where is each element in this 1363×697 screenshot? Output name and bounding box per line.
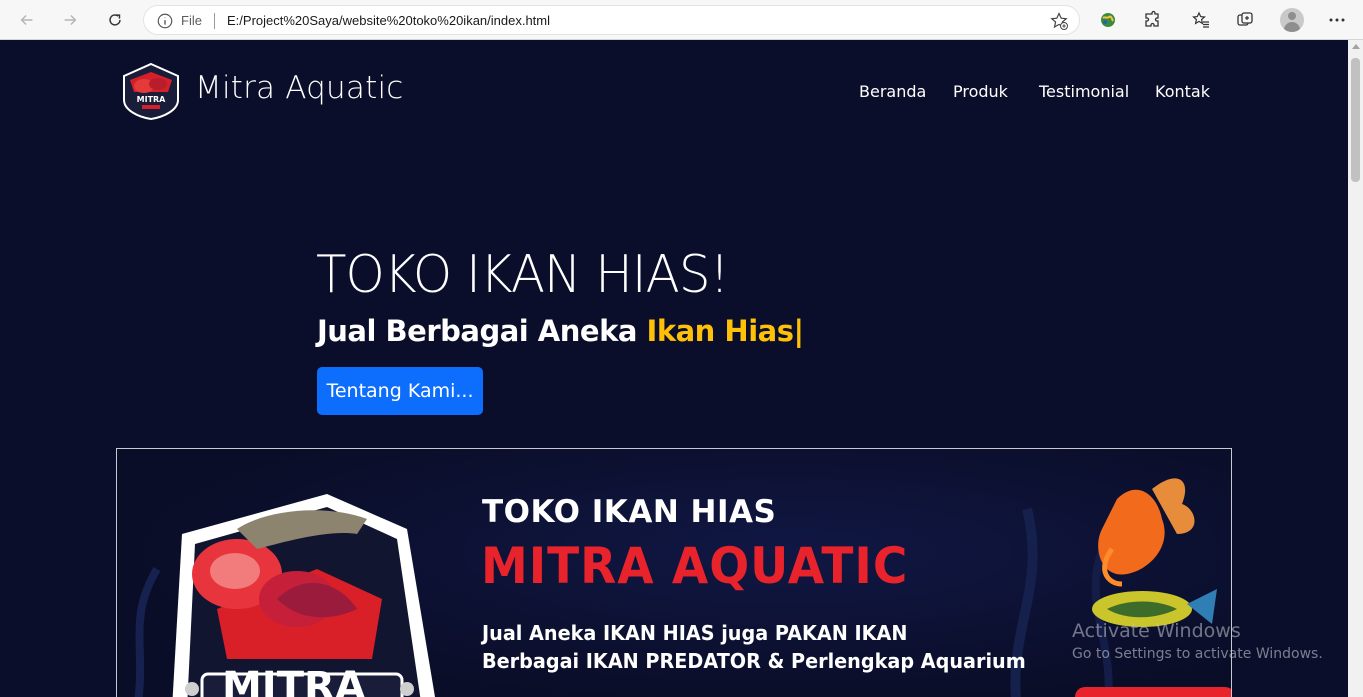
banner-line-2: Berbagai IKAN PREDATOR & Perlengkap Aqua… — [482, 649, 1026, 673]
webpage: MITRA Mitra Aquatic Beranda Produk Testi… — [0, 40, 1348, 697]
vertical-scrollbar[interactable] — [1348, 40, 1363, 697]
favorites-icon — [1192, 11, 1209, 28]
profile-avatar[interactable] — [1280, 8, 1304, 32]
hero-banner-image: TOKO IKAN HIAS MITRA AQUATIC Jual Aneka … — [116, 448, 1232, 697]
nav-link-produk[interactable]: Produk — [953, 82, 1008, 101]
nav-link-testimonial[interactable]: Testimonial — [1039, 82, 1129, 101]
info-icon[interactable] — [156, 12, 174, 30]
extensions-button[interactable] — [1141, 9, 1163, 31]
browser-toolbar: File E:/Project%20Saya/website%20toko%20… — [0, 0, 1363, 40]
banner-title-small: TOKO IKAN HIAS — [482, 494, 777, 530]
hero-subtitle-text: Jual Berbagai Aneka — [317, 314, 647, 348]
scroll-up-arrow-icon[interactable] — [1352, 44, 1360, 49]
arrow-left-icon — [20, 14, 33, 26]
activate-windows-subtitle: Go to Settings to activate Windows. — [1072, 646, 1323, 662]
hero-subtitle-highlight: Ikan Hias| — [646, 314, 805, 348]
collections-icon — [1237, 12, 1253, 26]
nav-link-kontak[interactable]: Kontak — [1155, 82, 1210, 101]
forward-button[interactable] — [58, 8, 82, 32]
activate-windows-title: Activate Windows — [1072, 620, 1241, 642]
globe-extension-icon — [1101, 13, 1115, 27]
extension-button[interactable] — [1097, 9, 1119, 31]
puzzle-icon — [1145, 10, 1159, 27]
hero-subtitle: Jual Berbagai Aneka Ikan Hias| — [317, 314, 804, 348]
more-button[interactable] — [1326, 9, 1348, 31]
nav-link-beranda[interactable]: Beranda — [859, 82, 926, 101]
banner-logo-text: MITRA — [222, 664, 366, 697]
scrollbar-thumb[interactable] — [1351, 58, 1360, 182]
banner-line-1: Jual Aneka IKAN HIAS juga PAKAN IKAN — [482, 621, 908, 645]
divider — [214, 13, 215, 29]
back-button[interactable] — [15, 8, 39, 32]
favorites-button[interactable] — [1190, 9, 1212, 31]
scheme-label: File — [181, 13, 202, 28]
brand-name[interactable]: Mitra Aquatic — [195, 70, 404, 106]
add-favorite-icon[interactable] — [1049, 11, 1069, 31]
address-bar[interactable]: File E:/Project%20Saya/website%20toko%20… — [143, 5, 1080, 35]
logo-text: MITRA — [137, 95, 167, 104]
arrow-right-icon — [64, 14, 77, 26]
hero-title: TOKO IKAN HIAS! — [316, 245, 730, 305]
refresh-icon — [109, 14, 121, 26]
brand-logo[interactable]: MITRA — [120, 62, 182, 120]
collections-button[interactable] — [1234, 9, 1256, 31]
more-icon — [1329, 18, 1345, 22]
url-text[interactable]: E:/Project%20Saya/website%20toko%20ikan/… — [227, 13, 550, 28]
about-us-button[interactable]: Tentang Kami... — [317, 367, 483, 415]
banner-title-big: MITRA AQUATIC — [481, 537, 909, 595]
refresh-button[interactable] — [103, 8, 127, 32]
